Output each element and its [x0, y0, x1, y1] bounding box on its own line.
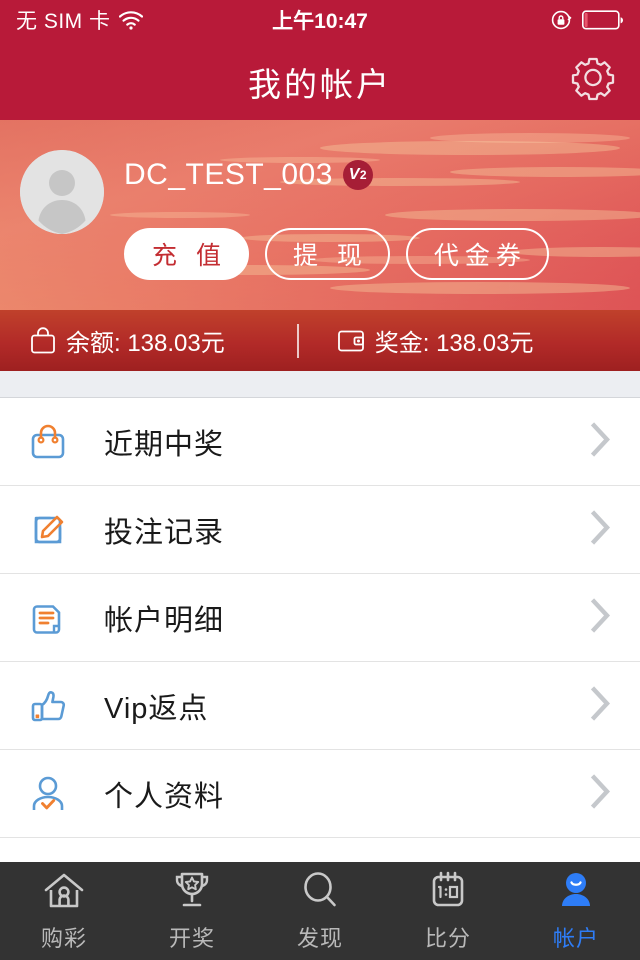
- menu-item-label: 个人资料: [104, 780, 225, 813]
- chevron-right-icon: [590, 421, 612, 462]
- menu-item-label: Vip返点: [104, 692, 209, 725]
- nav-bar: 我的帐户: [0, 40, 640, 120]
- tab-account[interactable]: 帐户: [512, 862, 640, 960]
- balance-divider: [296, 323, 299, 358]
- avatar[interactable]: [20, 150, 104, 234]
- person-icon: [554, 870, 598, 915]
- thumbs-up-icon: [26, 684, 70, 728]
- menu-item-recent-wins[interactable]: 近期中奖: [0, 398, 640, 486]
- balance-group[interactable]: 余额: 138.03元: [30, 323, 225, 358]
- tab-scores[interactable]: 比分: [384, 862, 512, 960]
- menu-item-label: 帐户明细: [104, 604, 225, 637]
- bonus-label: 奖金: 138.03元: [374, 330, 534, 357]
- tab-label: 开奖: [168, 925, 215, 951]
- tab-results[interactable]: 开奖: [128, 862, 256, 960]
- tab-label: 购彩: [40, 925, 87, 951]
- battery-icon: [582, 10, 623, 30]
- section-gap: [0, 371, 640, 398]
- username-label: DC_TEST_003: [124, 158, 333, 191]
- profile-actions: 充 值 提 现 代金券: [124, 228, 549, 280]
- shopping-bag-icon: [26, 420, 70, 464]
- menu-item-bet-records[interactable]: 投注记录: [0, 486, 640, 574]
- page-title: 我的帐户: [248, 66, 392, 103]
- bonus-group[interactable]: 奖金: 138.03元: [337, 323, 534, 358]
- search-icon: [298, 870, 342, 915]
- vip-badge-letter: V: [348, 166, 360, 183]
- pencil-note-icon: [26, 508, 70, 552]
- menu-item-label: 投注记录: [104, 516, 225, 549]
- chevron-right-icon: [590, 597, 612, 638]
- user-check-icon: [26, 772, 70, 816]
- balance-label: 余额: 138.03元: [66, 330, 225, 357]
- clock-label: 上午10:47: [272, 10, 368, 33]
- menu-item-personal-info[interactable]: 个人资料: [0, 750, 640, 838]
- tab-discover[interactable]: 发现: [256, 862, 384, 960]
- chevron-right-icon: [590, 685, 612, 726]
- account-menu-list: 近期中奖 投注记录 帐户明细 Vip返点 个人资料: [0, 398, 640, 926]
- profile-hero: DC_TEST_003 V2 充 值 提 现 代金券: [0, 120, 640, 310]
- chevron-right-icon: [590, 773, 612, 814]
- scoreboard-icon: [426, 870, 470, 915]
- tab-label: 比分: [424, 925, 471, 951]
- home-icon: [42, 870, 86, 915]
- app-screen: 无 SIM 卡 上午10:47 我的帐户 DC_TEST_003 V 2 充 值…: [0, 0, 640, 960]
- wallet-icon: [337, 330, 364, 351]
- tab-lottery[interactable]: 购彩: [0, 862, 128, 960]
- username-row: DC_TEST_003 V2: [124, 158, 373, 192]
- gear-icon[interactable]: [568, 53, 618, 108]
- voucher-button[interactable]: 代金券: [405, 228, 549, 280]
- avatar-placeholder-icon: [20, 150, 104, 234]
- status-bar-right: [550, 9, 624, 31]
- bag-icon: [31, 326, 55, 353]
- tab-label: 发现: [296, 925, 343, 951]
- rotation-lock-icon: [551, 10, 572, 30]
- withdraw-button[interactable]: 提 现: [264, 228, 390, 280]
- bottom-tab-bar: 购彩 开奖 发现 比分 帐户: [0, 862, 640, 960]
- balance-bar: 余额: 138.03元 奖金: 138.03元: [0, 310, 640, 371]
- recharge-button[interactable]: 充 值: [124, 228, 249, 280]
- chevron-right-icon: [590, 509, 612, 550]
- document-icon: [26, 596, 70, 640]
- trophy-icon: [170, 870, 214, 915]
- vip-level-badge: V2: [342, 160, 373, 190]
- status-bar: 无 SIM 卡 上午10:47: [0, 0, 640, 40]
- tab-label: 帐户: [552, 925, 599, 951]
- menu-item-account-details[interactable]: 帐户明细: [0, 574, 640, 662]
- vip-badge-number: 2: [359, 168, 368, 182]
- menu-item-vip-rebate[interactable]: Vip返点: [0, 662, 640, 750]
- menu-item-label: 近期中奖: [104, 428, 225, 461]
